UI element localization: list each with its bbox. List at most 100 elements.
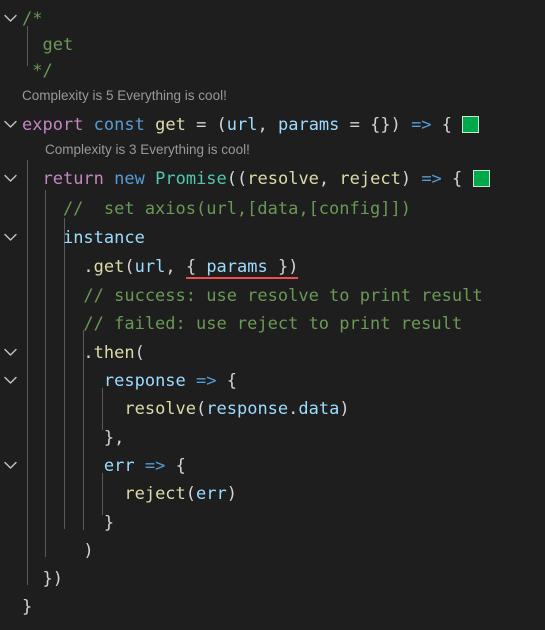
code-line[interactable]: get xyxy=(0,32,545,58)
code-token: ) xyxy=(226,484,237,504)
code-line[interactable]: // success: use resolve to print result xyxy=(0,283,545,309)
code-line[interactable]: return new Promise((resolve, reject) => … xyxy=(0,166,545,192)
code-line[interactable]: response => { xyxy=(0,368,545,394)
chevron-down-icon[interactable] xyxy=(4,6,21,32)
code-token: = {}) xyxy=(339,115,412,135)
code-line[interactable]: reject(err) xyxy=(0,481,545,507)
code-token: resolve xyxy=(247,169,319,189)
error-underlined-token[interactable]: { params }) xyxy=(185,254,299,280)
code-token: params xyxy=(206,257,268,277)
chevron-down-icon[interactable] xyxy=(4,340,21,366)
code-token: , xyxy=(165,257,186,277)
code-line[interactable]: }) xyxy=(0,566,545,592)
code-token: get xyxy=(93,257,125,277)
code-token: err xyxy=(103,456,135,476)
code-token: { xyxy=(216,371,237,391)
code-token: . xyxy=(288,399,299,419)
inline-hint-square[interactable] xyxy=(462,116,480,133)
code-line[interactable]: instance xyxy=(0,225,545,251)
code-token: . xyxy=(22,257,94,277)
code-token: // success: use resolve to print result xyxy=(22,286,483,306)
code-line[interactable]: resolve(response.data) xyxy=(0,396,545,422)
code-token: export xyxy=(22,115,84,135)
codelens-annotation[interactable]: Complexity is 3 Everything is cool! xyxy=(0,139,545,161)
code-token: { xyxy=(185,257,207,277)
code-token: // failed: use reject to print result xyxy=(22,314,463,334)
code-token: // set axios(url,[data,[config]]) xyxy=(22,199,411,219)
code-token: */ xyxy=(22,61,53,81)
inline-hint-square[interactable] xyxy=(472,170,490,187)
code-token: => xyxy=(144,456,166,476)
code-token: } xyxy=(22,597,33,617)
chevron-down-icon[interactable] xyxy=(4,225,21,251)
code-token: instance xyxy=(62,228,145,248)
code-token: new xyxy=(114,169,145,189)
code-token: err xyxy=(196,484,227,504)
codelens-annotation[interactable]: Complexity is 5 Everything is cool! xyxy=(0,85,545,107)
code-token: (( xyxy=(226,169,248,189)
code-token: ( xyxy=(134,343,145,363)
code-line[interactable]: } xyxy=(0,594,545,620)
code-token: . xyxy=(22,343,94,363)
code-line[interactable]: .get(url, { params }) xyxy=(0,254,545,280)
code-token: response xyxy=(206,399,289,419)
code-token: params xyxy=(277,115,340,135)
code-token: , xyxy=(257,115,278,135)
code-token: ) xyxy=(339,399,350,419)
code-token: => xyxy=(196,371,217,391)
code-token: ( xyxy=(124,257,135,277)
code-token: reject xyxy=(124,484,186,504)
code-line[interactable]: */ xyxy=(0,58,545,84)
code-token: get xyxy=(155,115,186,135)
code-token: return xyxy=(42,169,104,189)
code-token: { xyxy=(441,169,473,189)
code-token: }) xyxy=(22,569,63,589)
code-editor[interactable]: /* get */ Complexity is 5 Everything is c… xyxy=(0,0,545,630)
code-line[interactable]: .then( xyxy=(0,340,545,366)
code-token: get xyxy=(22,35,74,55)
code-token: resolve xyxy=(124,399,197,419)
code-line[interactable]: // set axios(url,[data,[config]]) xyxy=(0,196,545,222)
code-token: url xyxy=(226,115,258,135)
code-line[interactable]: export const get = (url, params = {}) =>… xyxy=(0,112,545,138)
code-token: = ( xyxy=(185,115,227,135)
code-token: ) xyxy=(22,541,94,561)
code-token: { xyxy=(431,115,463,135)
code-line[interactable]: } xyxy=(0,510,545,536)
code-token: then xyxy=(93,343,135,363)
chevron-down-icon[interactable] xyxy=(4,166,21,192)
chevron-down-icon[interactable] xyxy=(4,368,21,394)
code-token: ( xyxy=(185,484,197,504)
code-token: }) xyxy=(267,257,299,277)
code-token: /* xyxy=(22,9,43,29)
code-token: => xyxy=(411,115,432,135)
code-line[interactable]: // failed: use reject to print result xyxy=(0,311,545,337)
chevron-down-icon[interactable] xyxy=(4,453,21,479)
code-line[interactable]: ) xyxy=(0,538,545,564)
code-line[interactable]: /* xyxy=(0,6,545,32)
code-token: ( xyxy=(196,399,207,419)
chevron-down-icon[interactable] xyxy=(4,112,21,138)
code-token: reject xyxy=(339,169,401,189)
code-token: } xyxy=(22,513,115,533)
code-line[interactable]: }, xyxy=(0,425,545,451)
code-token: ) xyxy=(400,169,422,189)
code-token: const xyxy=(93,115,145,135)
code-token: data xyxy=(298,399,340,419)
code-token: , xyxy=(318,169,340,189)
code-line[interactable]: err => { xyxy=(0,453,545,479)
code-token: Promise xyxy=(155,169,227,189)
code-token: response xyxy=(103,371,186,391)
